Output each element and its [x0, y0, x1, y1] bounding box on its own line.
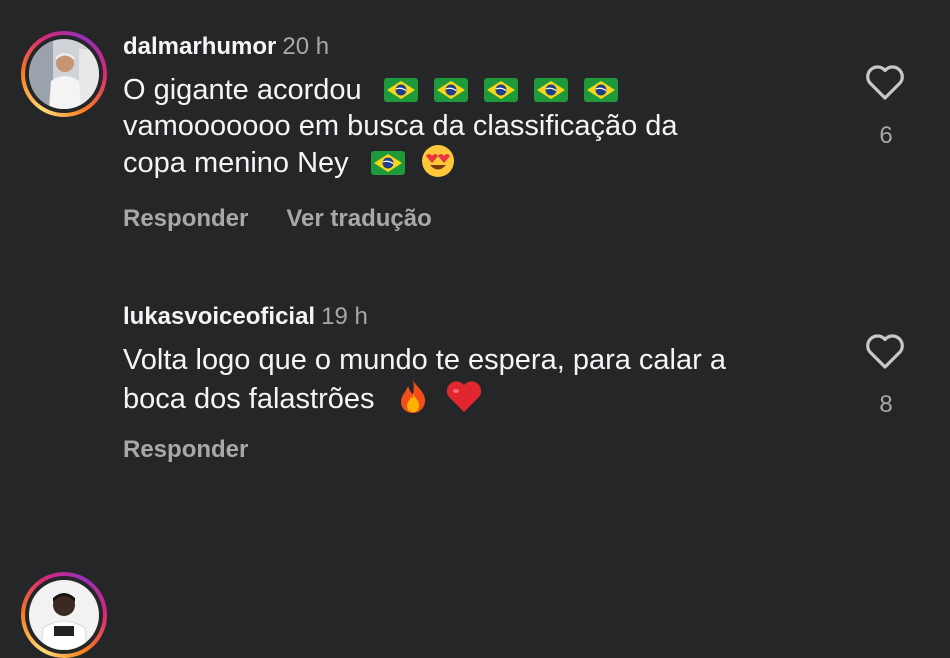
avatar-image	[29, 39, 99, 109]
heart-eyes-emoji-icon	[421, 145, 454, 177]
comment-line: boca dos falastrões	[123, 378, 823, 417]
comment-actions: Responder	[123, 436, 286, 464]
comment-line-text: boca dos falastrões	[123, 383, 375, 415]
avatar[interactable]	[29, 39, 99, 109]
comment-text: O gigante acordou vamooooooo em busca da…	[123, 72, 823, 181]
brazil-flag-icon	[584, 78, 618, 102]
avatar[interactable]	[29, 580, 99, 650]
username-text[interactable]: dalmarhumor	[123, 33, 276, 60]
brazil-flag-icon	[534, 78, 568, 102]
heart-outline-icon[interactable]	[864, 332, 906, 370]
heart-outline-icon[interactable]	[864, 63, 906, 101]
like-count: 8	[879, 391, 893, 418]
avatar-story-ring[interactable]	[21, 31, 107, 117]
see-translation-button[interactable]: Ver tradução	[286, 205, 431, 232]
comment-actions: Responder Ver tradução	[123, 205, 470, 233]
comment-timestamp: 20 h	[282, 33, 330, 60]
comment-username[interactable]: dalmarhumor 20 h	[123, 33, 329, 61]
comment-text: Volta logo que o mundo te espera, para c…	[123, 342, 823, 417]
brazil-flag-icon	[384, 78, 418, 102]
comment-line: O gigante acordou	[123, 72, 823, 108]
red-heart-emoji-icon	[446, 381, 481, 412]
avatar-story-ring[interactable]	[21, 572, 107, 658]
comment-timestamp: 19 h	[321, 303, 368, 330]
reply-button[interactable]: Responder	[123, 205, 248, 232]
username-text[interactable]: lukasvoiceoficial	[123, 303, 315, 330]
comment-username[interactable]: lukasvoiceoficial 19 h	[123, 303, 368, 331]
comment-line-text: copa menino Ney	[123, 147, 349, 179]
fire-emoji-icon	[400, 380, 425, 413]
reply-button[interactable]: Responder	[123, 436, 248, 463]
like-count: 6	[879, 122, 893, 149]
comment-line: vamooooooo em busca da classificação da	[123, 110, 678, 142]
brazil-flag-icon	[434, 78, 468, 102]
comment-line: copa menino Ney	[123, 144, 823, 181]
comment-line-text: O gigante acordou	[123, 74, 362, 106]
comment-line: Volta logo que o mundo te espera, para c…	[123, 344, 726, 376]
avatar-image	[29, 580, 99, 650]
brazil-flag-icon	[371, 151, 405, 175]
brazil-flag-icon	[484, 78, 518, 102]
